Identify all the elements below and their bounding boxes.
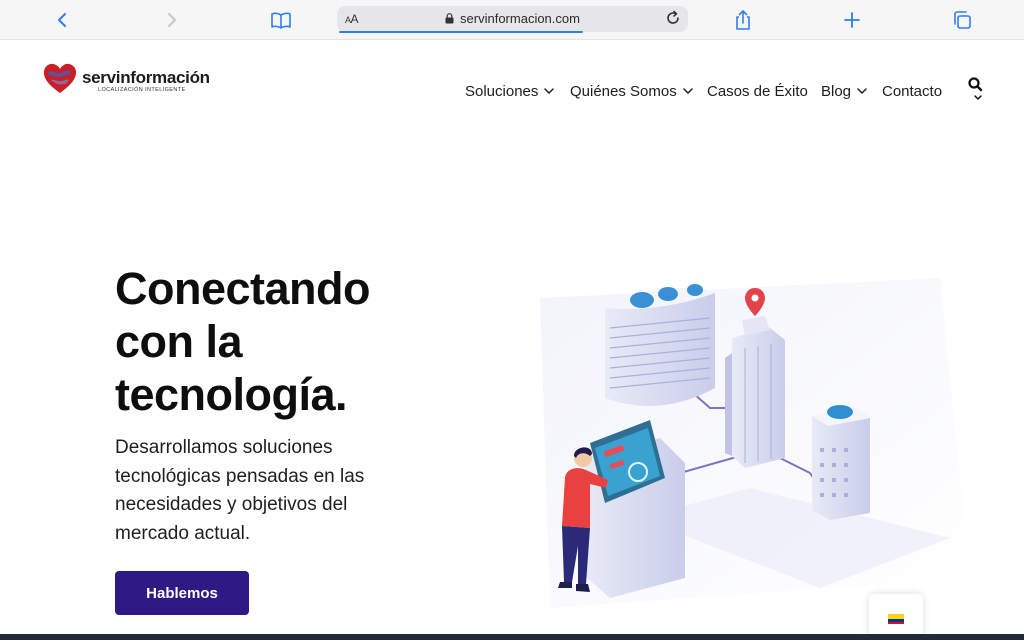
nav-label: Contacto [882, 82, 943, 100]
chevron-down-icon [544, 88, 555, 94]
nav-label: Casos de Éxito [707, 82, 808, 100]
chevron-down-icon [682, 88, 693, 94]
reload-button[interactable] [664, 9, 682, 32]
tabs-overview-button[interactable] [948, 6, 976, 34]
nav-item-quienes-somos[interactable]: Quiénes Somos [570, 83, 693, 100]
site-logo[interactable]: servinformación LOCALIZACIÓN INTELIGENTE [42, 60, 212, 100]
share-icon [736, 10, 750, 30]
hero-title-line: con la [115, 316, 243, 367]
nav-item-contacto[interactable]: Contacto [882, 83, 942, 100]
nav-label: Soluciones [465, 82, 539, 100]
footer-edge [0, 634, 1024, 640]
new-tab-button[interactable] [838, 6, 866, 34]
forward-button[interactable] [157, 6, 185, 34]
nav-label: Blog [821, 82, 852, 100]
nav-item-casos-de-exito[interactable]: Casos de Éxito [707, 83, 808, 100]
smart-city-illustration [540, 278, 970, 608]
hero-description-line: tecnológicas pensadas en las [115, 465, 365, 487]
reload-icon [667, 10, 679, 24]
book-icon [271, 12, 291, 29]
brand-name: servinformación [82, 68, 210, 87]
page-load-progress [339, 31, 583, 33]
lock-icon [445, 13, 454, 24]
url-display[interactable]: servinformacion.com [337, 11, 688, 26]
plus-icon [844, 12, 860, 28]
chevron-left-icon [58, 13, 66, 27]
browser-toolbar: AAAA servinformacion.com [0, 0, 1024, 40]
address-bar[interactable]: AAAA servinformacion.com [337, 6, 688, 33]
nav-item-soluciones[interactable]: Soluciones [465, 82, 555, 100]
url-text: servinformacion.com [460, 11, 580, 26]
hero-description-line: mercado actual. [115, 522, 251, 544]
hero-title: Conectando con la tecnología. [115, 262, 495, 421]
hero-description: Desarrollamos soluciones tecnológicas pe… [115, 434, 415, 548]
chevron-down-icon [857, 88, 867, 94]
hero-description-line: necesidades y objetivos del [115, 494, 348, 515]
hero-title-line: Conectando [115, 263, 371, 314]
brand-tagline: LOCALIZACIÓN INTELIGENTE [98, 87, 186, 93]
back-button[interactable] [49, 6, 77, 34]
hablemos-button[interactable]: Hablemos [115, 571, 249, 615]
nav-label: Quiénes Somos [570, 82, 677, 100]
heart-logo-icon [43, 63, 77, 93]
share-button[interactable] [729, 6, 757, 34]
colombia-flag-icon [888, 614, 904, 624]
hero-title-line: tecnología. [115, 369, 348, 420]
search-button[interactable] [964, 74, 988, 104]
search-icon [968, 77, 983, 100]
chevron-right-icon [168, 13, 176, 27]
nav-item-blog[interactable]: Blog [821, 83, 867, 100]
tabs-icon [954, 11, 971, 29]
bookmarks-button[interactable] [267, 6, 295, 34]
hero-description-line: Desarrollamos soluciones [115, 437, 333, 458]
